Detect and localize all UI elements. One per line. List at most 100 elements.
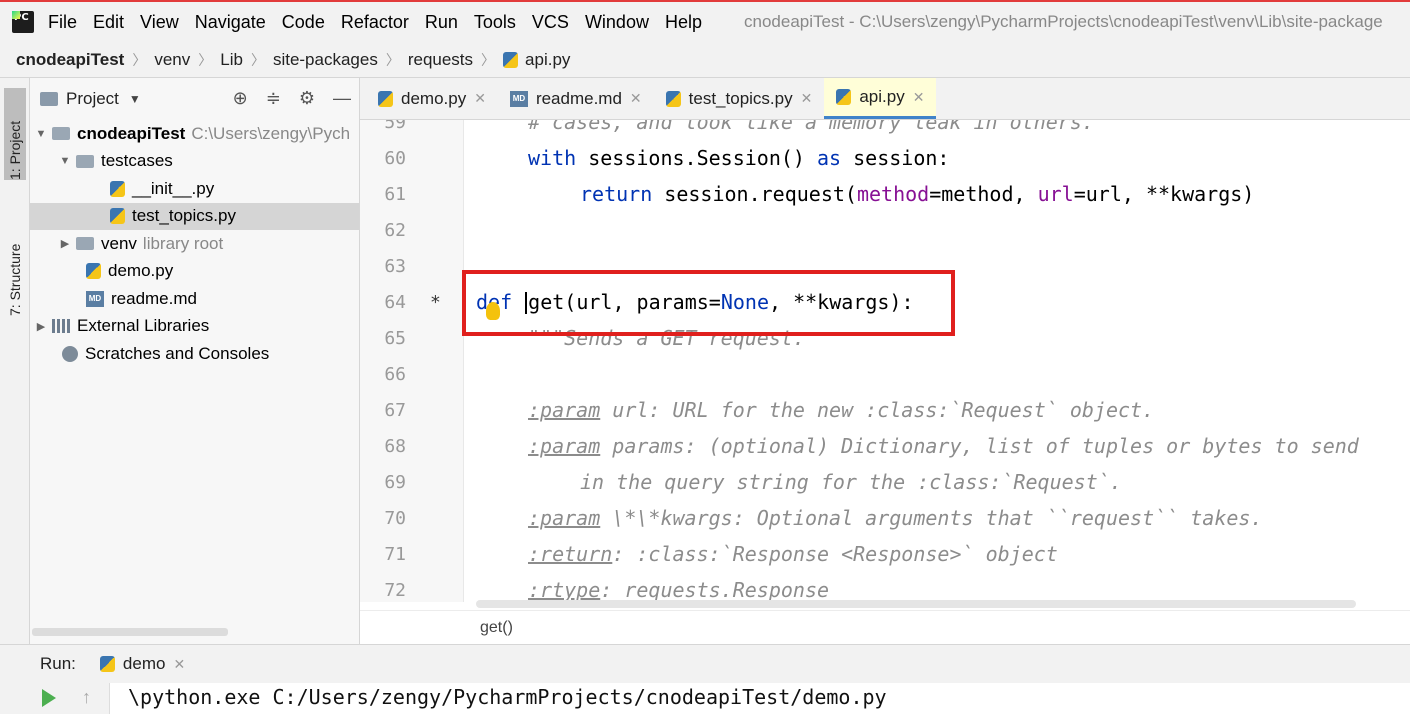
breadcrumb-site-packages[interactable]: site-packages — [273, 50, 378, 70]
breadcrumb-project[interactable]: cnodeapiTest — [16, 50, 124, 70]
tree-item-scratches[interactable]: Scratches and Consoles — [30, 340, 359, 368]
breadcrumb-requests[interactable]: requests — [408, 50, 473, 70]
python-file-icon — [503, 51, 519, 68]
menu-view[interactable]: View — [140, 12, 179, 33]
code-line-67: 67 :param url: URL for the new :class:`R… — [360, 392, 1410, 428]
breadcrumb-api-py[interactable]: api.py — [525, 50, 570, 70]
code-segment: session: — [841, 146, 950, 170]
doc-tag: :return — [528, 542, 613, 566]
code-line-59: 59 # cases, and look like a memory leak … — [360, 120, 1410, 140]
code-line-61: 61 return session.request(method=method,… — [360, 176, 1410, 212]
project-view-selector[interactable]: Project — [66, 89, 119, 109]
close-icon[interactable]: ✕ — [630, 90, 642, 107]
collapse-all-icon[interactable]: ≑ — [266, 88, 281, 109]
menu-navigate[interactable]: Navigate — [195, 12, 266, 33]
named-param: method — [856, 182, 930, 206]
tree-item-venv[interactable]: ▶ venv library root — [30, 230, 359, 258]
project-panel-tools: ⊕ ≑ ⚙ — — [233, 88, 351, 109]
doc-text: : requests.Response — [600, 578, 830, 602]
expand-arrow-icon[interactable]: ▼ — [34, 128, 48, 140]
line-number: 71 — [384, 543, 406, 565]
code-text: :param url: URL for the new :class:`Requ… — [528, 398, 1154, 422]
change-marker: * — [430, 291, 441, 313]
project-tree: ▼ cnodeapiTest C:\Users\zengy\Pych ▼ tes… — [30, 120, 359, 368]
tab-api-py[interactable]: api.py ✕ — [824, 78, 937, 119]
editor-horizontal-scrollbar[interactable] — [476, 600, 1356, 608]
close-icon[interactable]: ✕ — [801, 90, 813, 107]
python-file-icon — [378, 90, 393, 107]
code-line-66: 66 — [360, 356, 1410, 392]
menu-window[interactable]: Window — [585, 12, 649, 33]
doc-tag: :rtype — [528, 578, 601, 602]
code-text: :param \*\*kwargs: Optional arguments th… — [528, 506, 1263, 530]
tree-item-test-topics-py[interactable]: test_topics.py — [30, 202, 359, 230]
line-number: 60 — [384, 147, 406, 169]
code-text: :rtype: requests.Response — [528, 578, 829, 602]
tree-item-label: __init__.py — [132, 178, 215, 198]
run-play-icon[interactable] — [42, 689, 56, 707]
tree-item-external-libraries[interactable]: ▶ External Libraries — [30, 313, 359, 341]
project-panel: Project ▼ ⊕ ≑ ⚙ — ▼ cnodeapiTest C:\User… — [30, 78, 360, 644]
breadcrumb-lib[interactable]: Lib — [220, 50, 243, 70]
tree-item-demo-py[interactable]: demo.py — [30, 258, 359, 286]
line-number: 61 — [384, 183, 406, 205]
tree-item-label: test_topics.py — [132, 206, 236, 226]
function-context[interactable]: get() — [480, 619, 513, 637]
menu-edit[interactable]: Edit — [93, 12, 124, 33]
line-number: 63 — [384, 255, 406, 277]
menu-refactor[interactable]: Refactor — [341, 12, 409, 33]
tab-label: test_topics.py — [688, 88, 793, 108]
tree-item-init-py[interactable]: __init__.py — [30, 175, 359, 203]
tree-item-cnodeapitest[interactable]: ▼ cnodeapiTest C:\Users\zengy\Pych — [30, 120, 359, 148]
menu-code[interactable]: Code — [282, 12, 325, 33]
menu-tools[interactable]: Tools — [474, 12, 516, 33]
menu-help[interactable]: Help — [665, 12, 702, 33]
code-line-62: 62 — [360, 212, 1410, 248]
run-tab-demo[interactable]: demo ✕ — [99, 654, 185, 674]
doc-text: \*\*kwargs: Optional arguments that ``re… — [600, 506, 1263, 530]
tree-item-readme-md[interactable]: MD readme.md — [30, 285, 359, 313]
code-text: :param params: (optional) Dictionary, li… — [528, 434, 1359, 458]
code-segment: session.request( — [652, 182, 857, 206]
tab-readme-md[interactable]: MD readme.md ✕ — [498, 78, 654, 119]
editor-breadcrumb-footer: get() — [360, 610, 1410, 644]
code-text: in the query string for the :class:`Requ… — [580, 470, 1122, 494]
menu-file[interactable]: File — [48, 12, 77, 33]
breadcrumb-venv[interactable]: venv — [154, 50, 190, 70]
folder-icon — [76, 237, 94, 251]
code-text: # cases, and look like a memory leak in … — [528, 120, 1094, 134]
doc-text: : :class:`Response <Response>` object — [612, 542, 1058, 566]
code-area[interactable]: 59 # cases, and look like a memory leak … — [360, 120, 1410, 602]
close-icon[interactable]: ✕ — [474, 90, 486, 107]
keyword: as — [817, 146, 842, 170]
expand-arrow-icon[interactable]: ▶ — [34, 320, 48, 333]
code-line-68: 68 :param params: (optional) Dictionary,… — [360, 428, 1410, 464]
expand-arrow-icon[interactable]: ▼ — [58, 155, 72, 167]
menu-vcs[interactable]: VCS — [532, 12, 569, 33]
keyword: return — [580, 182, 653, 206]
run-panel: Run: demo ✕ ↑ \python.exe C:/Users/zengy… — [0, 644, 1410, 714]
locate-file-icon[interactable]: ⊕ — [233, 88, 248, 109]
left-tool-stripe: 1: Project 7: Structure — [0, 78, 30, 644]
tool-tab-structure-label: 7: Structure — [7, 243, 23, 316]
close-icon[interactable]: ✕ — [913, 89, 925, 106]
line-number: 67 — [384, 399, 406, 421]
gear-icon[interactable]: ⚙ — [299, 88, 315, 109]
code-line-69: 69 in the query string for the :class:`R… — [360, 464, 1410, 500]
tree-item-testcases[interactable]: ▼ testcases — [30, 148, 359, 176]
close-icon[interactable]: ✕ — [173, 656, 185, 673]
project-panel-scrollbar[interactable] — [32, 628, 228, 636]
tool-tab-project[interactable]: 1: Project — [4, 88, 26, 180]
tool-tab-structure[interactable]: 7: Structure — [4, 208, 26, 316]
tab-test-topics-py[interactable]: test_topics.py ✕ — [654, 78, 825, 119]
arrow-up-icon[interactable]: ↑ — [82, 687, 91, 708]
scratches-icon — [62, 345, 78, 362]
doc-tag: :param — [528, 434, 601, 458]
python-file-icon — [86, 263, 101, 280]
expand-arrow-icon[interactable]: ▶ — [58, 237, 72, 250]
menu-run[interactable]: Run — [425, 12, 458, 33]
hide-panel-icon[interactable]: — — [333, 88, 351, 109]
doc-tag: :param — [528, 398, 601, 422]
chevron-down-icon[interactable]: ▼ — [129, 92, 141, 106]
tab-demo-py[interactable]: demo.py ✕ — [366, 78, 498, 119]
